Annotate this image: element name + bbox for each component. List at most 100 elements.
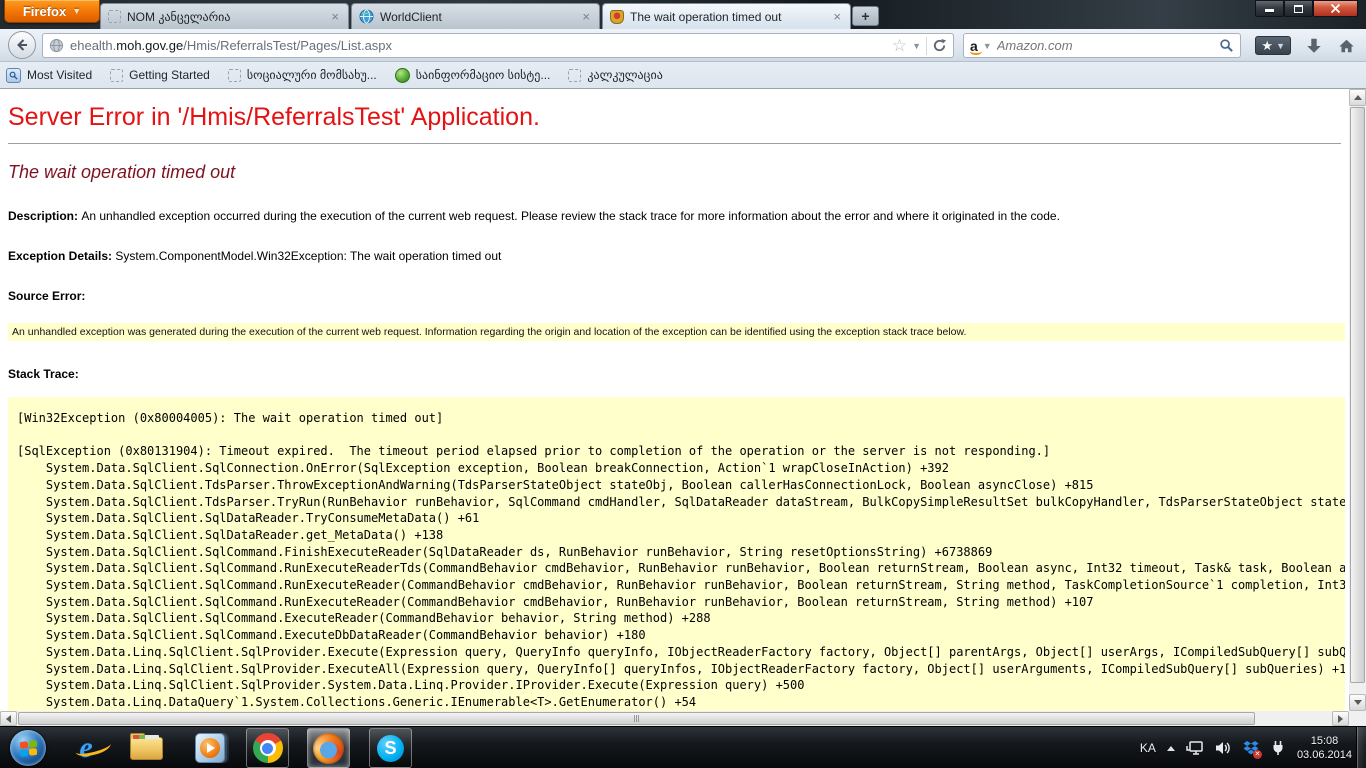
internet-explorer-button[interactable]: e (68, 731, 104, 765)
chevron-down-icon: ▼ (1276, 41, 1285, 51)
search-input[interactable] (997, 38, 1214, 53)
firefox-taskbar-button[interactable] (307, 728, 350, 768)
most-visited-icon (6, 68, 21, 83)
description-line: Description: An unhandled exception occu… (8, 209, 1349, 223)
bookmark-calculation[interactable]: კალკულაცია (568, 68, 662, 82)
bookmark-star-icon[interactable]: ☆ (892, 36, 907, 56)
globe-favicon-icon (359, 9, 374, 24)
bookmarks-star-icon: ★ (1261, 39, 1273, 52)
chrome-taskbar-button[interactable] (246, 728, 289, 768)
toolbar-buttons: ★ ▼ (1255, 32, 1356, 59)
source-error-box: An unhandled exception was generated dur… (8, 323, 1345, 341)
dropbox-error-icon[interactable]: ✕ (1243, 740, 1259, 756)
url-text: ehealth.moh.gov.ge/Hmis/ReferralsTest/Pa… (70, 38, 886, 53)
green-globe-icon (395, 68, 410, 83)
media-player-button[interactable] (192, 731, 228, 765)
bookmark-information-system[interactable]: საინფორმაციო სისტე... (395, 68, 551, 83)
back-arrow-icon (14, 37, 30, 53)
scroll-right-button[interactable] (1332, 711, 1349, 726)
bookmark-most-visited[interactable]: Most Visited (6, 68, 92, 83)
thumb-grip (636, 715, 637, 722)
maximize-icon (1294, 5, 1303, 13)
volume-icon[interactable] (1215, 740, 1232, 756)
home-button[interactable] (1337, 37, 1356, 55)
horizontal-scroll-thumb[interactable] (18, 712, 1255, 725)
error-page-subtitle: The wait operation timed out (8, 162, 1349, 183)
clock[interactable]: 15:08 03.06.2014 (1297, 734, 1352, 762)
show-desktop-button[interactable] (1356, 727, 1366, 768)
placeholder-favicon-icon (108, 10, 121, 23)
placeholder-favicon-icon (228, 69, 241, 82)
tab-wait-operation-timed-out[interactable]: The wait operation timed out × (602, 3, 851, 29)
skype-taskbar-button[interactable]: S (369, 728, 412, 768)
close-window-button[interactable] (1313, 0, 1358, 17)
reload-icon[interactable] (932, 38, 947, 53)
tab-nom-kancelaria[interactable]: NOM კანცელარია × (100, 3, 349, 29)
chevron-down-icon: ▼ (72, 6, 81, 16)
close-icon (1330, 3, 1341, 14)
downloads-button[interactable] (1305, 37, 1323, 55)
media-player-icon (195, 733, 225, 763)
tab-title: WorldClient (380, 10, 574, 24)
windows-taskbar: e S KA (0, 726, 1366, 768)
vertical-scroll-thumb[interactable] (1350, 107, 1365, 683)
amazon-search-engine-icon[interactable]: a (970, 41, 978, 51)
close-icon[interactable]: × (329, 10, 341, 23)
bookmarks-panel-button[interactable]: ★ ▼ (1255, 36, 1291, 55)
minimize-button[interactable] (1255, 0, 1284, 17)
windows-logo-icon (20, 739, 37, 756)
horizontal-scrollbar[interactable] (0, 711, 1349, 726)
georgia-emblem-favicon-icon (610, 10, 624, 24)
placeholder-favicon-icon (110, 69, 123, 82)
browser-title-bar: Firefox ▼ NOM კანცელარია × WorldClient ×… (0, 0, 1366, 29)
scroll-down-icon (1354, 700, 1362, 705)
tab-worldclient[interactable]: WorldClient × (351, 3, 600, 29)
show-hidden-icons-button[interactable] (1167, 746, 1175, 751)
exception-details-label: Exception Details: (8, 249, 115, 263)
firefox-menu-button[interactable]: Firefox ▼ (4, 0, 100, 23)
language-indicator[interactable]: KA (1140, 741, 1156, 755)
stack-trace-box: [Win32Exception (0x80004005): The wait o… (8, 397, 1345, 711)
search-icon[interactable] (1219, 38, 1234, 53)
search-bar[interactable]: a ▼ (963, 33, 1241, 58)
description-label: Description: (8, 209, 81, 223)
bookmark-getting-started[interactable]: Getting Started (110, 68, 210, 82)
page-content: Server Error in '/Hmis/ReferralsTest' Ap… (0, 89, 1349, 711)
maximize-button[interactable] (1284, 0, 1313, 17)
scroll-right-icon (1338, 715, 1343, 723)
bookmark-social-services[interactable]: სოციალური მომსახუ... (228, 68, 377, 82)
url-bar[interactable]: ehealth.moh.gov.ge/Hmis/ReferralsTest/Pa… (42, 33, 954, 58)
scroll-left-button[interactable] (0, 711, 17, 726)
skype-icon: S (377, 735, 404, 762)
scroll-down-button[interactable] (1349, 694, 1366, 711)
close-icon[interactable]: × (580, 10, 592, 23)
firefox-menu-label: Firefox (23, 4, 66, 19)
error-page-title: Server Error in '/Hmis/ReferralsTest' Ap… (8, 103, 1349, 132)
urlbar-actions: ☆ ▼ (892, 36, 947, 56)
placeholder-favicon-icon (568, 69, 581, 82)
dropdown-caret-icon[interactable]: ▼ (912, 41, 921, 51)
search-engine-caret-icon[interactable]: ▼ (983, 41, 992, 51)
divider (8, 143, 1341, 144)
time: 15:08 (1297, 734, 1352, 748)
firefox-icon (313, 733, 344, 764)
bookmark-label: Getting Started (129, 68, 210, 82)
site-globe-icon (49, 38, 64, 53)
vertical-scrollbar[interactable] (1349, 89, 1366, 711)
bookmarks-toolbar: Most Visited Getting Started სოციალური მ… (0, 62, 1366, 89)
exception-details-text: System.ComponentModel.Win32Exception: Th… (115, 249, 501, 263)
windows-explorer-button[interactable] (128, 731, 164, 765)
source-error-label: Source Error: (8, 289, 1349, 303)
bookmark-label: კალკულაცია (587, 68, 662, 82)
start-button[interactable] (10, 730, 46, 766)
error-badge-icon: ✕ (1253, 750, 1262, 759)
bookmark-label: Most Visited (27, 68, 92, 82)
minimize-icon (1265, 9, 1274, 12)
chrome-icon (253, 733, 283, 763)
new-tab-button[interactable]: + (852, 6, 879, 26)
close-icon[interactable]: × (831, 10, 843, 23)
back-button[interactable] (8, 31, 36, 59)
scroll-up-button[interactable] (1349, 89, 1366, 106)
power-plug-icon[interactable] (1270, 740, 1286, 756)
network-icon[interactable] (1186, 740, 1204, 756)
